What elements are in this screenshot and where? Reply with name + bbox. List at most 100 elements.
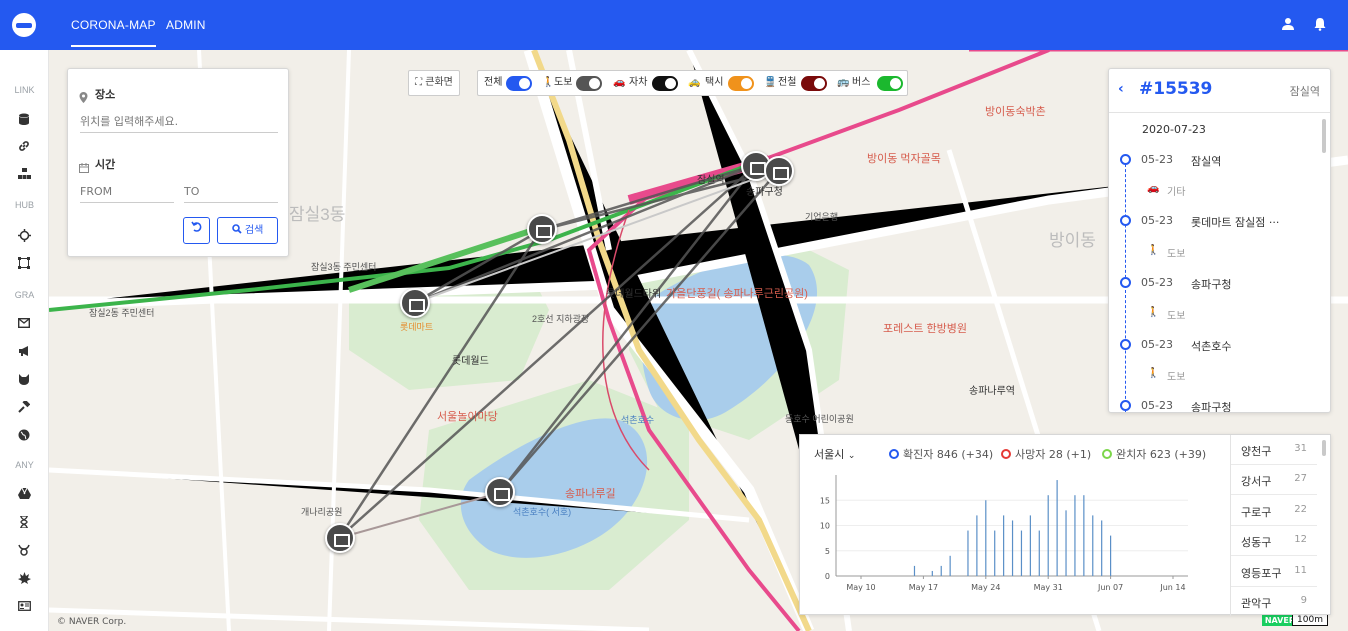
- sitemap-icon[interactable]: [17, 168, 31, 182]
- toggle-taxi[interactable]: [728, 76, 754, 91]
- link-icon[interactable]: [17, 140, 31, 154]
- district-row[interactable]: 관악구 9: [1231, 587, 1317, 617]
- to-date-input[interactable]: [184, 181, 278, 203]
- rail-section-link: LINK: [14, 85, 35, 95]
- fullscreen-button[interactable]: ⛶ 큰화면: [408, 70, 460, 96]
- toggle-subway[interactable]: [801, 76, 827, 91]
- logo[interactable]: [12, 13, 36, 37]
- toggle-car[interactable]: [652, 76, 678, 91]
- megaphone-icon[interactable]: [17, 345, 31, 359]
- region-select[interactable]: 서울시 ⌄: [814, 446, 855, 462]
- toggle-walk[interactable]: [576, 76, 602, 91]
- district-count: 31: [1294, 443, 1307, 454]
- route-marker-lotte-mart[interactable]: [527, 214, 557, 244]
- hourglass-icon[interactable]: [17, 515, 31, 530]
- search-panel: 장소 시간 검색: [67, 68, 289, 257]
- timeline-header: ‹ #15539 잠실역: [1109, 69, 1330, 113]
- route-marker-seokchon-lake[interactable]: [485, 477, 515, 507]
- taxi-icon: 🚕: [688, 77, 701, 88]
- chevron-down-icon: ⌄: [847, 451, 856, 461]
- district-count: 11: [1294, 565, 1307, 576]
- hammer-icon[interactable]: [17, 399, 31, 415]
- timeline-entry-place[interactable]: 송파구청: [1191, 399, 1231, 412]
- timeline-entry-date: 05-23: [1141, 276, 1173, 289]
- toggle-all[interactable]: [506, 76, 532, 91]
- car-icon: 🚗: [1147, 183, 1160, 194]
- timeline-dot: [1120, 154, 1131, 165]
- timeline-entry-place[interactable]: 석촌호수: [1191, 338, 1231, 354]
- district-row[interactable]: 성동구 12: [1231, 526, 1317, 556]
- x-tick-label: May 17: [909, 583, 938, 592]
- legend-deaths: 사망자 28 (+1): [1001, 446, 1091, 462]
- timeline-dot: [1120, 400, 1131, 411]
- timeline-entry-place[interactable]: 잠실역: [1191, 153, 1221, 169]
- route-marker-songpa-office[interactable]: [764, 156, 794, 186]
- nav-corona-map[interactable]: CORONA-MAP: [71, 18, 156, 47]
- drive-icon[interactable]: [17, 487, 31, 502]
- taurus-icon[interactable]: [17, 544, 31, 558]
- y-tick-label: 0: [825, 572, 830, 581]
- label-jamsil-station: 잠실역: [697, 175, 725, 186]
- fullscreen-label: 큰화면: [425, 77, 453, 88]
- region-select-value: 서울시: [814, 448, 845, 461]
- timeline-scrollbar[interactable]: [1322, 119, 1326, 153]
- car-icon: 🚗: [613, 77, 626, 88]
- district-name: 성동구: [1241, 536, 1272, 549]
- x-tick-label: May 10: [846, 583, 875, 592]
- bus-icon: 🚌: [837, 77, 850, 88]
- cat-icon[interactable]: [17, 373, 31, 387]
- envelope-icon[interactable]: [17, 317, 31, 331]
- search-button[interactable]: 검색: [217, 217, 278, 244]
- timeline-date: 2020-07-23: [1142, 123, 1206, 136]
- label-songpa-road: 송파나루길: [565, 488, 616, 500]
- timeline-dot: [1120, 215, 1131, 226]
- district-row[interactable]: 양천구 31: [1231, 435, 1317, 465]
- district-scrollbar[interactable]: [1322, 440, 1326, 456]
- district-name: 구로구: [1241, 506, 1272, 519]
- label-gaya-park: 가을단풍길( 송파나루근린공원): [666, 288, 808, 300]
- leaf-icon[interactable]: [17, 572, 31, 586]
- transport-filter-bar: 전체 🚶 도보 🚗 자차 🚕 택시 🚆 전철 🚌 버스: [477, 70, 908, 96]
- label-station-2: 2호선 지하광장: [532, 314, 590, 324]
- timeline-dot: [1120, 277, 1131, 288]
- back-chevron-icon[interactable]: ‹: [1118, 81, 1124, 97]
- route-marker-lotte-world[interactable]: [400, 288, 430, 318]
- id-card-icon[interactable]: [17, 600, 31, 614]
- route-marker-songpa-south[interactable]: [325, 523, 355, 553]
- filter-car-label: 자차: [629, 77, 648, 88]
- label-bangi-stay: 방이동숙박촌: [985, 106, 1046, 118]
- y-tick-label: 10: [820, 522, 830, 531]
- reset-button[interactable]: [183, 217, 210, 244]
- legend-recovered-label: 완치자 623 (+39): [1116, 448, 1207, 461]
- left-rail: LINK HUB GRA ANY: [0, 50, 49, 631]
- vector-icon[interactable]: [17, 257, 31, 271]
- bell-icon[interactable]: [1313, 17, 1327, 31]
- expand-icon: ⛶: [415, 77, 423, 88]
- timeline-entry-place[interactable]: 롯데마트 잠실점 ···: [1191, 214, 1279, 230]
- timeline-entry-mode: 도보: [1167, 311, 1186, 322]
- district-row[interactable]: 구로구 22: [1231, 496, 1317, 526]
- district-row[interactable]: 강서구 27: [1231, 465, 1317, 495]
- district-name: 영등포구: [1241, 567, 1282, 580]
- place-input[interactable]: [80, 111, 278, 133]
- legend-deaths-label: 사망자 28 (+1): [1015, 448, 1092, 461]
- user-icon[interactable]: [1281, 17, 1295, 31]
- toggle-bus[interactable]: [877, 76, 903, 91]
- stats-panel: 서울시 ⌄ 확진자 846 (+34) 사망자 28 (+1) 완치자 623 …: [799, 434, 1331, 617]
- nav-admin[interactable]: ADMIN: [166, 18, 206, 32]
- from-date-input[interactable]: [80, 181, 174, 203]
- district-count: 27: [1294, 473, 1307, 484]
- timeline-entry-date: 05-23: [1141, 214, 1173, 227]
- search-button-label: 검색: [244, 225, 264, 236]
- district-row[interactable]: 영등포구 11: [1231, 557, 1317, 587]
- label-seokchon-west: 석촌호수( 서호): [513, 507, 572, 517]
- label-lotte-mart: 롯데마트: [400, 322, 434, 332]
- crosshair-icon[interactable]: [17, 229, 31, 243]
- patient-location: 잠실역: [1289, 85, 1320, 98]
- timeline-entry-place[interactable]: 송파구청: [1191, 276, 1231, 292]
- database-icon[interactable]: [17, 113, 31, 127]
- x-tick-label: Jun 14: [1159, 583, 1185, 592]
- filter-subway-label: 전철: [778, 77, 797, 88]
- globe-icon[interactable]: [17, 429, 31, 443]
- legend-confirmed-label: 확진자 846 (+34): [903, 448, 994, 461]
